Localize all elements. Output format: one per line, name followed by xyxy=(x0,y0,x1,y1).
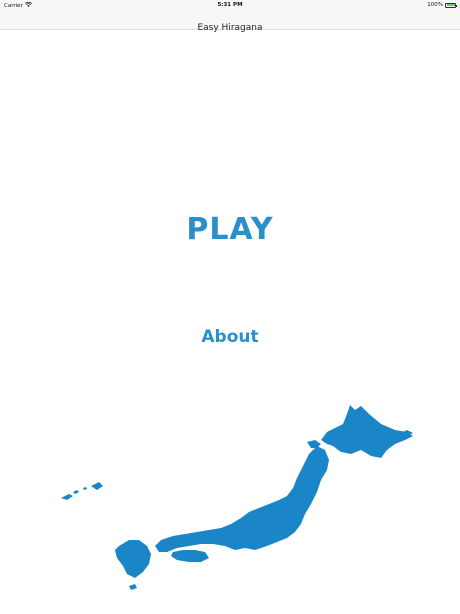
map-island-west xyxy=(91,482,103,490)
play-button[interactable]: PLAY xyxy=(0,212,460,247)
status-time: 5:31 PM xyxy=(217,2,243,8)
status-bar: Carrier 5:31 PM 100% xyxy=(0,0,460,10)
battery-fill xyxy=(446,4,455,6)
map-island-sw xyxy=(61,494,73,500)
map-hokkaido xyxy=(321,405,413,458)
battery-percent: 100% xyxy=(427,2,443,8)
about-button[interactable]: About xyxy=(0,327,460,347)
map-island-small xyxy=(83,487,87,490)
map-kyushu xyxy=(115,540,151,578)
status-right: 100% xyxy=(427,2,457,8)
map-honshu xyxy=(155,446,329,552)
page-title: Easy Hiragana xyxy=(197,23,263,33)
battery-icon xyxy=(445,2,457,8)
map-shikoku xyxy=(171,550,209,562)
map-northern-honshu-tip xyxy=(307,440,321,448)
map-island-south xyxy=(129,584,137,590)
map-island-chain xyxy=(73,490,79,494)
japan-map-icon xyxy=(61,405,413,590)
